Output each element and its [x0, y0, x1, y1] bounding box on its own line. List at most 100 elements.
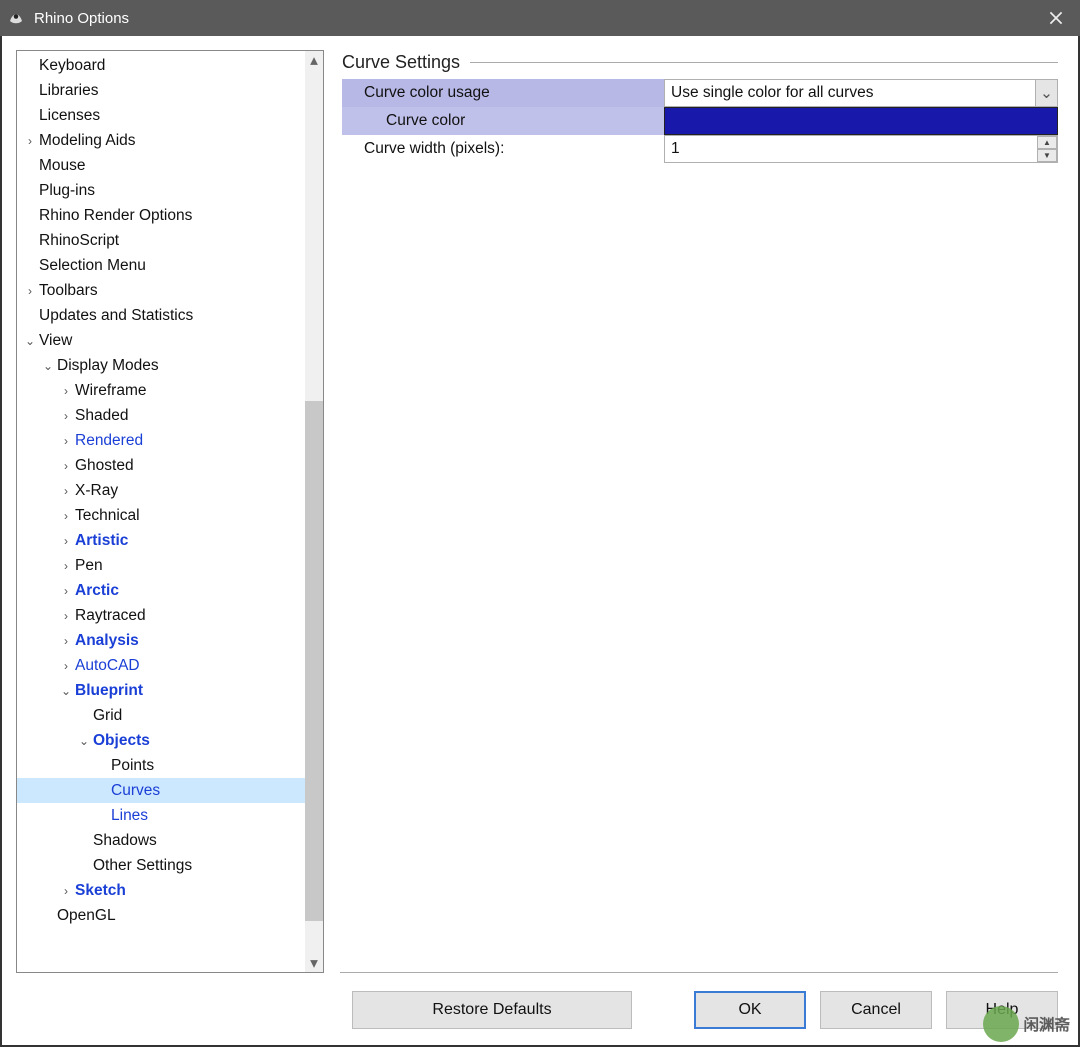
- tree-item[interactable]: ›Arctic: [17, 578, 305, 603]
- curve-width-label: Curve width (pixels):: [342, 135, 664, 163]
- tree-item[interactable]: ›Shaded: [17, 403, 305, 428]
- section-divider: [470, 62, 1058, 63]
- chevron-down-icon[interactable]: ⌄: [23, 334, 37, 348]
- tree-item[interactable]: Shadows: [17, 828, 305, 853]
- tree-item[interactable]: Plug-ins: [17, 178, 305, 203]
- tree-scrollbar[interactable]: ▴ ▾: [305, 51, 323, 972]
- tree-item[interactable]: ›Analysis: [17, 628, 305, 653]
- expander-placeholder: [95, 784, 109, 798]
- tree-item-label: Rhino Render Options: [37, 207, 192, 225]
- spinner-down-icon[interactable]: ▼: [1037, 149, 1057, 162]
- chevron-right-icon[interactable]: ›: [59, 884, 73, 898]
- tree-item-label: Modeling Aids: [37, 132, 136, 150]
- tree-item[interactable]: Updates and Statistics: [17, 303, 305, 328]
- tree-item-label: Raytraced: [73, 607, 146, 625]
- tree-item-label: Sketch: [73, 882, 126, 900]
- spinner-up-icon[interactable]: ▲: [1037, 136, 1057, 149]
- tree-item[interactable]: Lines: [17, 803, 305, 828]
- tree-item[interactable]: ›Toolbars: [17, 278, 305, 303]
- tree-item[interactable]: ›Ghosted: [17, 453, 305, 478]
- tree-item[interactable]: ›AutoCAD: [17, 653, 305, 678]
- cancel-button[interactable]: Cancel: [820, 991, 932, 1029]
- tree-item-label: Plug-ins: [37, 182, 95, 200]
- curve-color-usage-dropdown[interactable]: Use single color for all curves ⌄: [664, 79, 1058, 107]
- tree-item-label: Selection Menu: [37, 257, 146, 275]
- tree-item[interactable]: Selection Menu: [17, 253, 305, 278]
- tree-item-label: Points: [109, 757, 154, 775]
- tree-item[interactable]: ›Raytraced: [17, 603, 305, 628]
- chevron-right-icon[interactable]: ›: [59, 484, 73, 498]
- tree-item-label: X-Ray: [73, 482, 118, 500]
- tree-item[interactable]: ›Artistic: [17, 528, 305, 553]
- tree-item[interactable]: ›Rendered: [17, 428, 305, 453]
- tree-item[interactable]: ⌄Display Modes: [17, 353, 305, 378]
- chevron-down-icon[interactable]: ⌄: [59, 684, 73, 698]
- chevron-right-icon[interactable]: ›: [59, 384, 73, 398]
- tree-item[interactable]: ›X-Ray: [17, 478, 305, 503]
- tree-item-label: Grid: [91, 707, 122, 725]
- tree-item[interactable]: ›Sketch: [17, 878, 305, 903]
- curve-color-swatch[interactable]: [664, 107, 1058, 135]
- tree-item-label: Lines: [109, 807, 148, 825]
- tree-item[interactable]: ›Pen: [17, 553, 305, 578]
- tree-item[interactable]: OpenGL: [17, 903, 305, 928]
- tree-item[interactable]: ›Wireframe: [17, 378, 305, 403]
- chevron-right-icon[interactable]: ›: [59, 409, 73, 423]
- tree-item[interactable]: ⌄View: [17, 328, 305, 353]
- tree-item[interactable]: ›Modeling Aids: [17, 128, 305, 153]
- expander-placeholder: [41, 909, 55, 923]
- tree-item[interactable]: Keyboard: [17, 53, 305, 78]
- tree-item[interactable]: ⌄Objects: [17, 728, 305, 753]
- tree-item[interactable]: Curves: [17, 778, 305, 803]
- tree-item[interactable]: Libraries: [17, 78, 305, 103]
- tree-item-label: Blueprint: [73, 682, 143, 700]
- tree-item[interactable]: Grid: [17, 703, 305, 728]
- tree-item-label: Display Modes: [55, 357, 159, 375]
- tree-item[interactable]: Licenses: [17, 103, 305, 128]
- chevron-right-icon[interactable]: ›: [59, 509, 73, 523]
- options-tree-panel: Keyboard Libraries Licenses›Modeling Aid…: [16, 50, 324, 973]
- chevron-right-icon[interactable]: ›: [59, 609, 73, 623]
- chevron-right-icon[interactable]: ›: [59, 534, 73, 548]
- chevron-down-icon[interactable]: ⌄: [77, 734, 91, 748]
- close-icon: [1049, 11, 1063, 25]
- curve-width-input[interactable]: 1 ▲ ▼: [664, 135, 1058, 163]
- tree-item-label: Updates and Statistics: [37, 307, 193, 325]
- chevron-right-icon[interactable]: ›: [23, 284, 37, 298]
- close-button[interactable]: [1032, 0, 1080, 36]
- tree-item-label: Keyboard: [37, 57, 105, 75]
- chevron-right-icon[interactable]: ›: [59, 434, 73, 448]
- chevron-right-icon[interactable]: ›: [59, 459, 73, 473]
- tree-item[interactable]: Points: [17, 753, 305, 778]
- chevron-right-icon[interactable]: ›: [59, 559, 73, 573]
- chevron-down-icon[interactable]: ⌄: [41, 359, 55, 373]
- scroll-down-icon[interactable]: ▾: [305, 954, 323, 972]
- tree-item[interactable]: ⌄Blueprint: [17, 678, 305, 703]
- chevron-right-icon[interactable]: ›: [23, 134, 37, 148]
- scroll-thumb[interactable]: [305, 401, 323, 921]
- scroll-up-icon[interactable]: ▴: [305, 51, 323, 69]
- tree-item[interactable]: ›Technical: [17, 503, 305, 528]
- tree-item[interactable]: Mouse: [17, 153, 305, 178]
- tree-item-label: Pen: [73, 557, 103, 575]
- chevron-right-icon[interactable]: ›: [59, 584, 73, 598]
- tree-item-label: OpenGL: [55, 907, 116, 925]
- tree-item[interactable]: Other Settings: [17, 853, 305, 878]
- tree-item-label: Wireframe: [73, 382, 146, 400]
- tree-item-label: Technical: [73, 507, 140, 525]
- help-button[interactable]: Help: [946, 991, 1058, 1029]
- expander-placeholder: [77, 859, 91, 873]
- options-tree[interactable]: Keyboard Libraries Licenses›Modeling Aid…: [17, 51, 305, 972]
- tree-item-label: AutoCAD: [73, 657, 140, 675]
- tree-item-label: Licenses: [37, 107, 100, 125]
- expander-placeholder: [23, 59, 37, 73]
- tree-item[interactable]: Rhino Render Options: [17, 203, 305, 228]
- chevron-right-icon[interactable]: ›: [59, 659, 73, 673]
- ok-button[interactable]: OK: [694, 991, 806, 1029]
- restore-defaults-button[interactable]: Restore Defaults: [352, 991, 632, 1029]
- tree-item-label: Ghosted: [73, 457, 134, 475]
- chevron-down-icon[interactable]: ⌄: [1035, 80, 1057, 106]
- tree-item[interactable]: RhinoScript: [17, 228, 305, 253]
- bottom-separator: [340, 972, 1058, 973]
- chevron-right-icon[interactable]: ›: [59, 634, 73, 648]
